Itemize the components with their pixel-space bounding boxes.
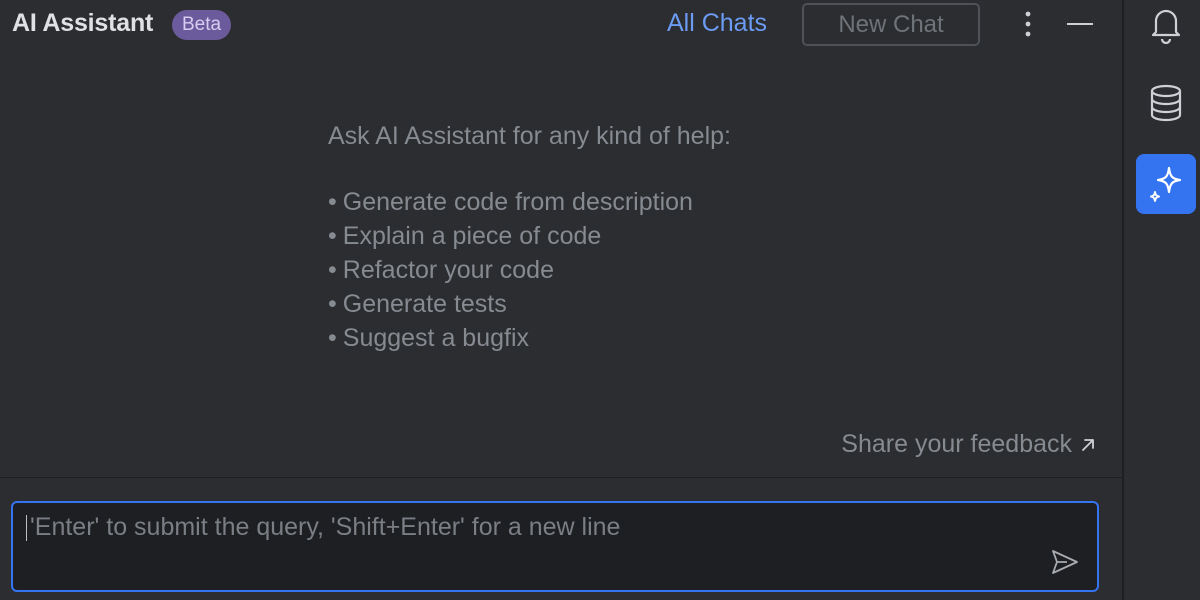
- help-item: Explain a piece of code: [328, 219, 731, 253]
- query-input[interactable]: 'Enter' to submit the query, 'Shift+Ente…: [11, 501, 1099, 592]
- beta-badge: Beta: [172, 10, 232, 40]
- send-button[interactable]: [1047, 544, 1083, 580]
- database-icon: [1150, 84, 1182, 122]
- help-intro: Ask AI Assistant for any kind of help:: [328, 122, 731, 150]
- sparkle-icon: [1150, 166, 1182, 202]
- help-item: Refactor your code: [328, 253, 731, 287]
- notifications-button[interactable]: [1136, 0, 1196, 54]
- arrow-up-right-icon: [1082, 438, 1094, 451]
- all-chats-link[interactable]: All Chats: [667, 9, 767, 38]
- text-caret: [26, 515, 27, 541]
- help-section: Ask AI Assistant for any kind of help: G…: [328, 122, 731, 355]
- panel-title: AI Assistant: [12, 9, 154, 37]
- bell-icon: [1151, 9, 1181, 44]
- more-options-button[interactable]: [1012, 6, 1044, 42]
- help-item: Generate code from description: [328, 185, 731, 219]
- ai-assistant-panel: AI Assistant Beta All Chats New Chat Ask…: [0, 0, 1122, 600]
- share-feedback-link[interactable]: Share your feedback: [841, 430, 1096, 459]
- help-item: Suggest a bugfix: [328, 321, 731, 355]
- query-input-placeholder: 'Enter' to submit the query, 'Shift+Ente…: [30, 513, 621, 541]
- ai-assistant-toolwindow-button[interactable]: [1136, 154, 1196, 214]
- divider: [0, 477, 1122, 478]
- send-icon: [1052, 550, 1078, 574]
- help-list: Generate code from description Explain a…: [328, 185, 731, 355]
- right-toolbar: [1122, 0, 1200, 600]
- vertical-dots-icon: [1025, 11, 1031, 37]
- database-button[interactable]: [1136, 73, 1196, 133]
- panel-header: AI Assistant Beta All Chats New Chat: [0, 0, 1122, 50]
- minimize-button[interactable]: [1064, 6, 1096, 42]
- feedback-label: Share your feedback: [841, 430, 1072, 458]
- minimize-icon: [1067, 23, 1093, 25]
- help-item: Generate tests: [328, 287, 731, 321]
- new-chat-button[interactable]: New Chat: [802, 3, 980, 46]
